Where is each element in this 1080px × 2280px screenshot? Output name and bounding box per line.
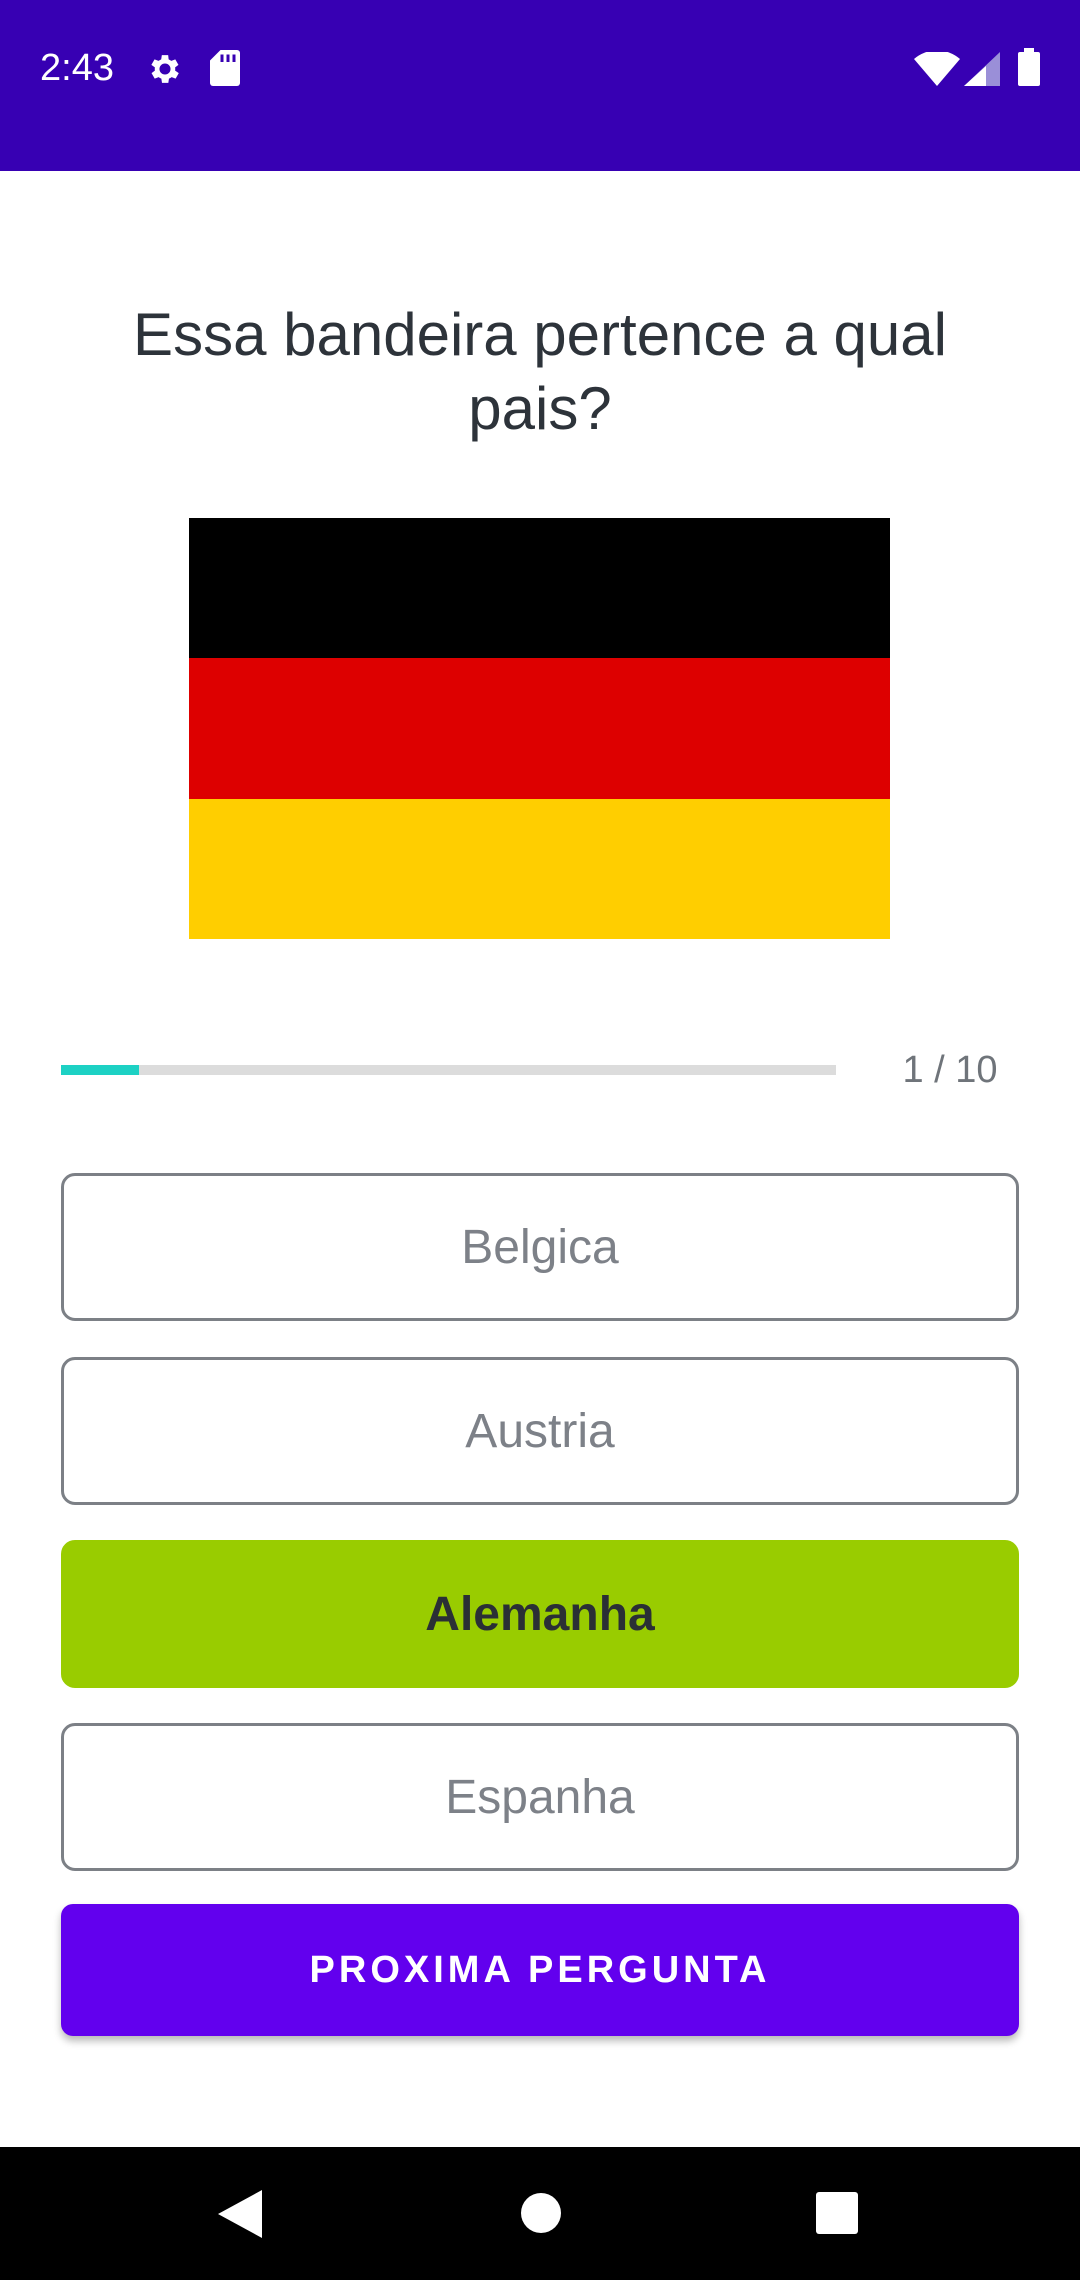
home-icon[interactable] [520,2192,562,2234]
signal-icon [964,52,1000,86]
quiz-screen: 2:43 Essa bandeira pertence a qual pais? [0,0,1080,2280]
option-button[interactable]: Austria [61,1357,1019,1505]
flag-stripe-gold [189,798,890,939]
battery-icon [1018,48,1040,86]
progress-fill [61,1065,139,1075]
gear-icon [151,55,179,83]
wifi-icon [914,52,960,86]
progress-bar [61,1065,836,1075]
status-time: 2:43 [40,47,114,89]
option-button[interactable]: Belgica [61,1173,1019,1321]
recents-icon[interactable] [816,2192,858,2234]
progress-counter: 1 / 10 [902,1049,998,1091]
question-text: Essa bandeira pertence a qual pais? [133,301,947,442]
flag-stripe-black [189,518,890,659]
option-button-correct[interactable]: Alemanha [61,1540,1019,1688]
flag-stripe-red [189,658,890,799]
back-icon[interactable] [218,2190,262,2238]
sd-card-icon [210,50,240,86]
flag-image [189,518,890,939]
next-question-button[interactable]: PROXIMA PERGUNTA [61,1904,1019,2036]
option-button[interactable]: Espanha [61,1723,1019,1871]
status-bar: 2:43 [0,0,1080,171]
